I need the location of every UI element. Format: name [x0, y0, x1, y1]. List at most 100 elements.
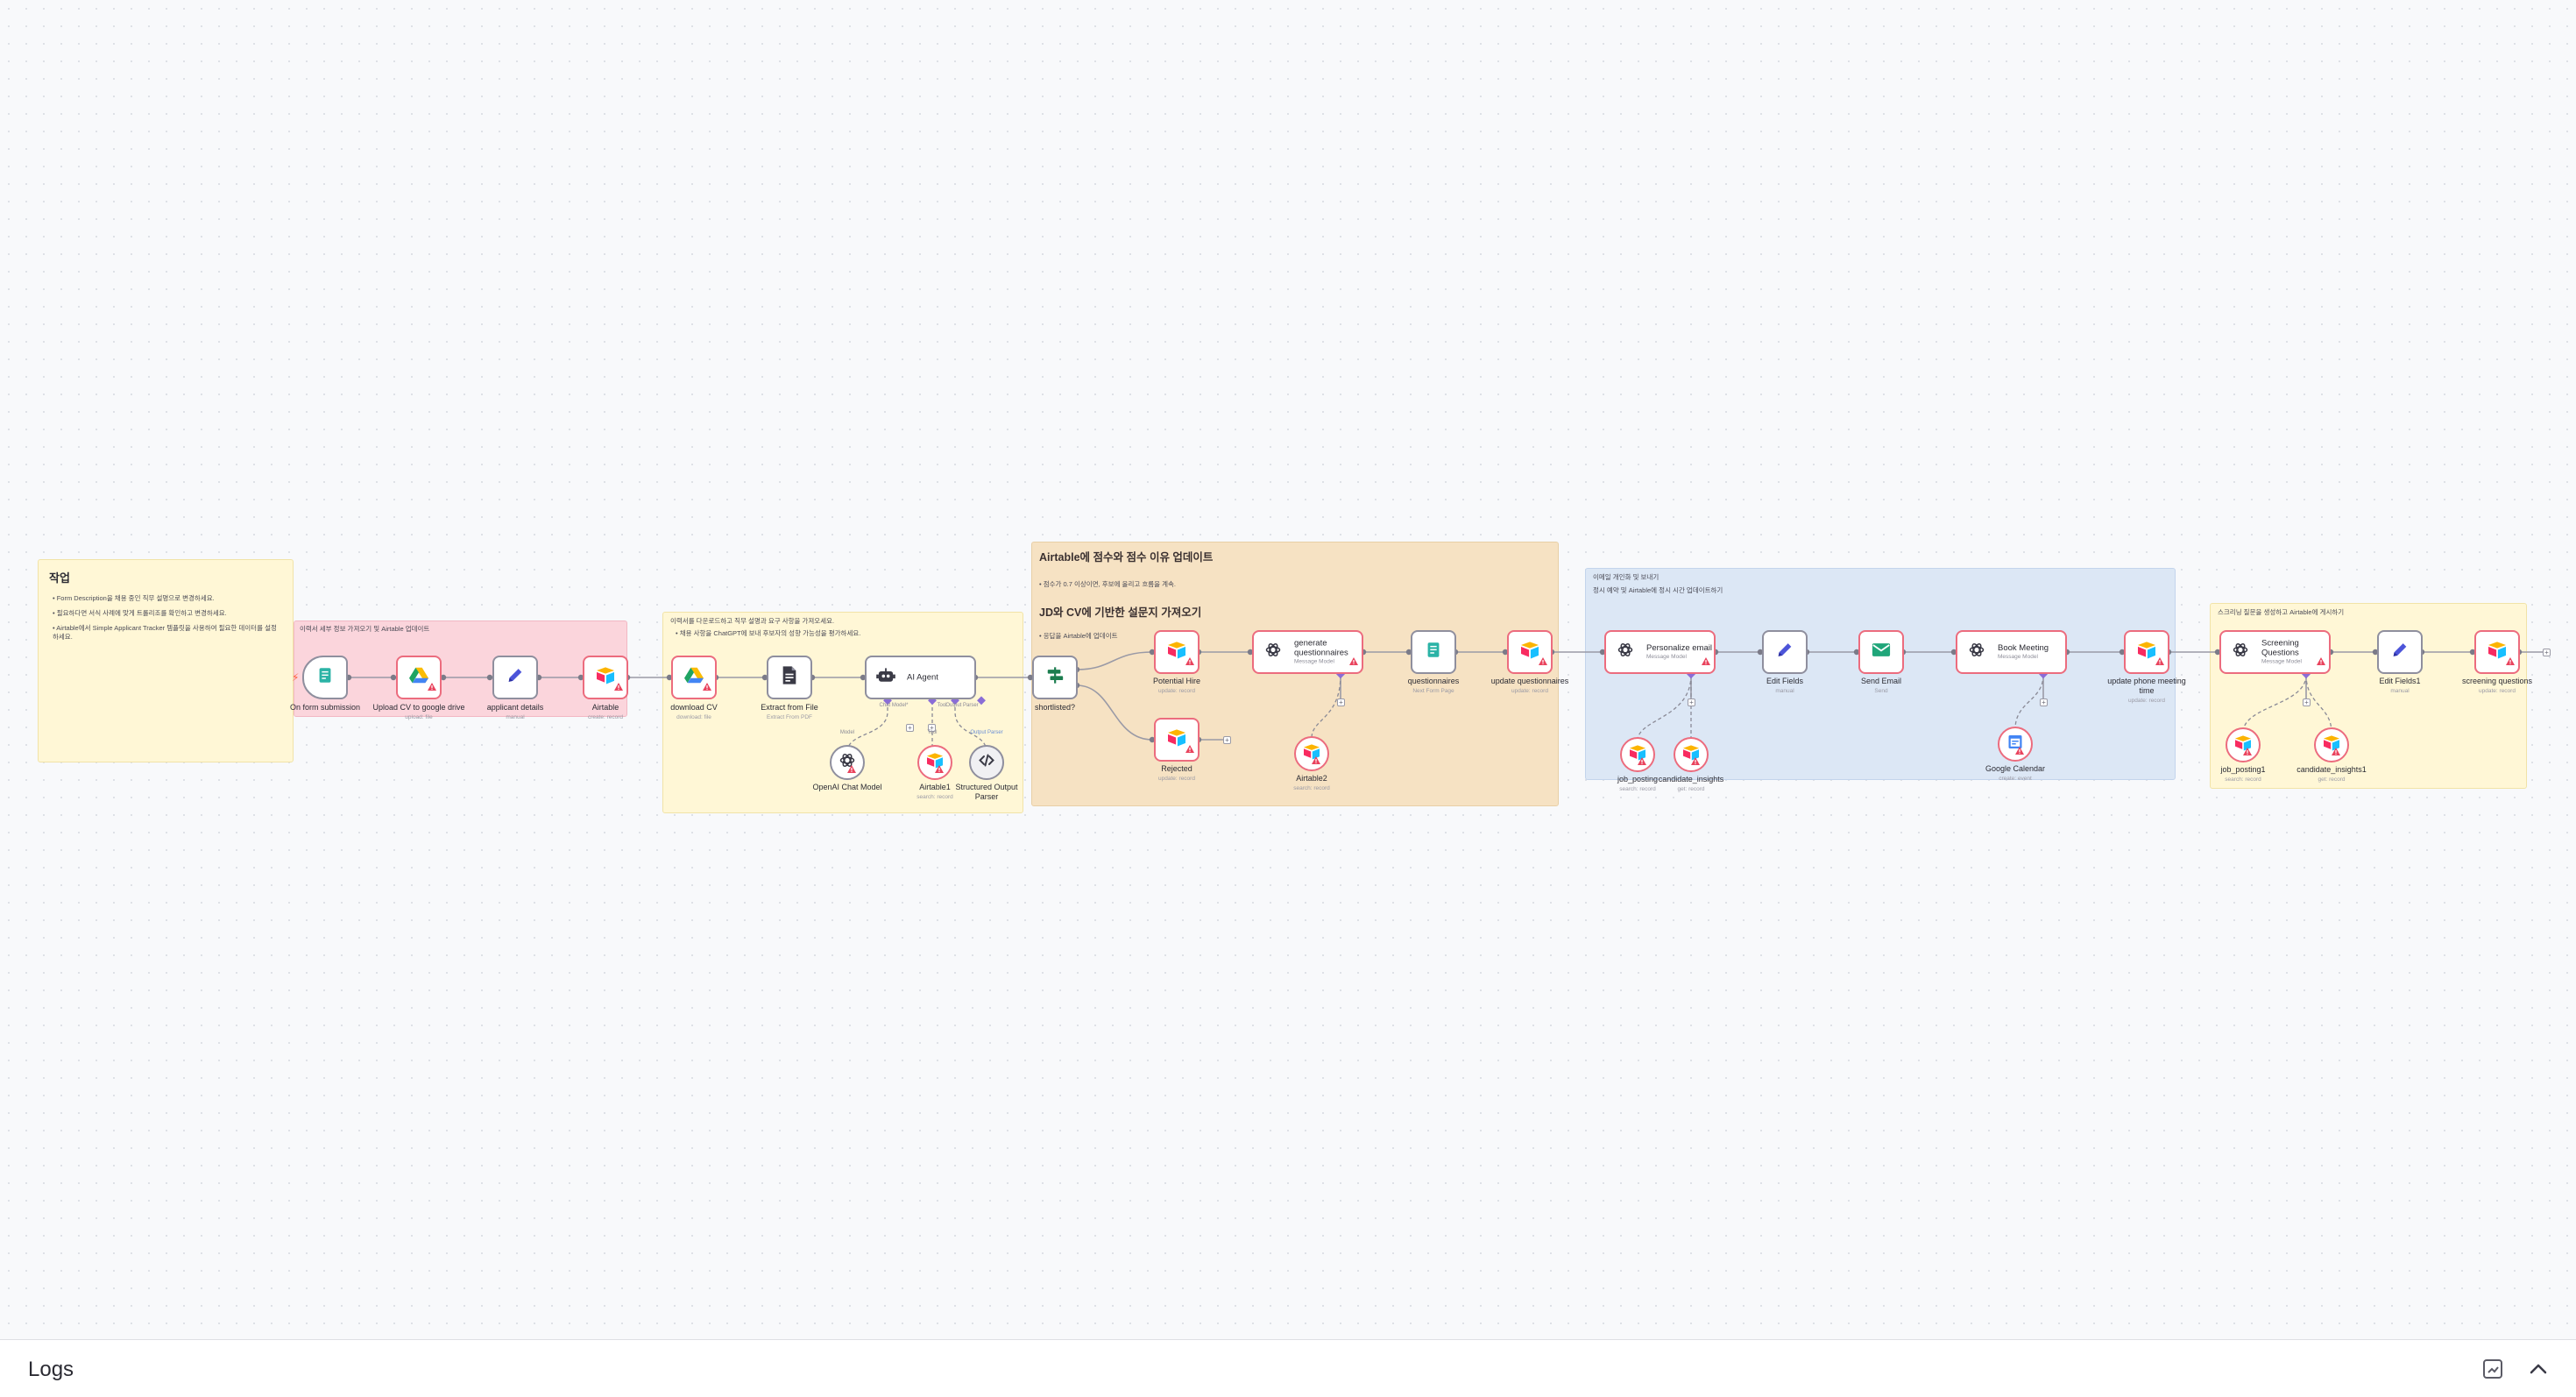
chevron-up-icon[interactable]	[2527, 1358, 2551, 1382]
node-shortlisted[interactable]	[1032, 656, 1078, 699]
warning-icon	[1638, 754, 1646, 769]
node-screening-questions[interactable]: Screening Questions Message Model	[2219, 630, 2331, 674]
node-title: Airtable1	[919, 783, 951, 791]
node-label: Airtable1 search: record	[916, 783, 953, 802]
node-candidate-insights1[interactable]	[2314, 727, 2349, 762]
node-airtable2[interactable]	[1294, 736, 1329, 771]
node-title: update phone meeting time	[2107, 677, 2186, 695]
node-label: Structured Output Parser	[955, 783, 1018, 801]
node-title: download CV	[670, 703, 718, 712]
google-drive-icon	[684, 667, 704, 689]
node-book-meeting[interactable]: Book Meeting Message Model	[1956, 630, 2067, 674]
node-label: On form submission	[289, 703, 361, 712]
node-update-phone-meeting-time[interactable]	[2124, 630, 2169, 674]
node-label: download CV download: file	[670, 703, 718, 722]
node-title: candidate_insights1	[2296, 765, 2367, 774]
add-node-button[interactable]: +	[1223, 736, 1231, 744]
node-label: Airtable create: record	[588, 703, 623, 722]
email-icon	[1872, 642, 1891, 663]
node-subtitle: Next Form Page	[1412, 688, 1454, 694]
node-rejected[interactable]	[1154, 718, 1200, 762]
node-subtitle: update: record	[2479, 688, 2516, 694]
node-label: shortlisted?	[1034, 703, 1076, 712]
add-tool-button[interactable]: +	[906, 724, 914, 732]
logs-title[interactable]: Logs	[28, 1358, 74, 1382]
node-send-email[interactable]	[1858, 630, 1904, 674]
node-structured-output-parser[interactable]	[969, 745, 1004, 780]
node-generate-questionnaires[interactable]: generate questionnaires Message Model	[1252, 630, 1363, 674]
node-candidate-insights[interactable]	[1674, 737, 1709, 772]
airtable-icon	[596, 667, 615, 689]
node-title-text: Book Meeting	[1998, 643, 2049, 653]
node-screening-questions-update[interactable]	[2474, 630, 2520, 674]
node-subtitle: search: record	[1619, 786, 1656, 792]
node-upload-cv[interactable]	[396, 656, 442, 699]
node-openai-chat-model[interactable]	[830, 745, 865, 780]
node-title: Edit Fields1	[2379, 677, 2421, 685]
workflow-canvas[interactable]: 작업 Form Description을 채용 중인 직무 설명으로 변경하세요…	[0, 0, 2576, 1339]
node-job-posting1[interactable]	[2226, 727, 2261, 762]
add-node-button[interactable]: +	[2543, 649, 2551, 656]
node-title-text: Personalize email	[1646, 643, 1712, 653]
warning-icon	[428, 679, 436, 695]
add-tool-button[interactable]: +	[1337, 698, 1345, 706]
node-label: OpenAI Chat Model	[812, 783, 882, 791]
node-job-posting[interactable]	[1620, 737, 1655, 772]
node-google-calendar[interactable]	[1998, 727, 2033, 762]
node-title: Extract from File	[761, 703, 818, 712]
node-title: update questionnaires	[1490, 677, 1569, 685]
node-applicant-details[interactable]	[492, 656, 538, 699]
node-extract-from-file[interactable]	[767, 656, 812, 699]
node-personalize-email[interactable]: Personalize email Message Model	[1604, 630, 1716, 674]
node-edit-fields1[interactable]	[2377, 630, 2423, 674]
node-title: job_posting	[1617, 775, 1659, 784]
node-label: Send Email Send	[1861, 677, 1901, 696]
node-subtitle: get: record	[1677, 786, 1705, 792]
node-title: Upload CV to google drive	[372, 703, 465, 712]
node-ai-agent[interactable]: AI Agent	[865, 656, 976, 699]
node-questionnaires[interactable]	[1411, 630, 1456, 674]
node-airtable1[interactable]	[917, 745, 952, 780]
node-subtitle: manual	[1775, 688, 1794, 694]
node-title: job_posting1	[2220, 765, 2266, 774]
warning-icon	[847, 762, 856, 777]
logs-panel: Logs	[0, 1339, 2576, 1397]
node-subtitle: create: event	[1999, 776, 2032, 782]
node-subtitle: update: record	[1158, 776, 1195, 782]
form-icon	[315, 666, 335, 690]
node-title: generate questionnaires Message Model	[1294, 638, 1348, 666]
node-subtitle: manual	[2390, 688, 2410, 694]
node-subtitle: create: record	[587, 714, 624, 720]
airtable-icon	[1167, 642, 1186, 663]
node-airtable[interactable]	[583, 656, 628, 699]
airtable-icon	[2488, 642, 2507, 663]
pencil-icon	[2390, 641, 2410, 664]
add-tool-button[interactable]: +	[2303, 698, 2311, 706]
node-label: Airtable2 search: record	[1293, 774, 1330, 793]
node-title: Airtable2	[1296, 774, 1327, 783]
node-title: screening questions	[2461, 677, 2533, 685]
openai-icon	[1617, 642, 1634, 663]
node-title: Rejected	[1161, 764, 1192, 773]
node-title-text: generate questionnaires	[1294, 638, 1348, 658]
node-label: questionnaires Next Form Page	[1408, 677, 1460, 696]
node-label: screening questions update: record	[2462, 677, 2532, 696]
warning-icon	[2506, 654, 2515, 670]
node-title: applicant details	[486, 703, 544, 712]
add-tool-button[interactable]: +	[1688, 698, 1695, 706]
warning-icon	[2317, 654, 2325, 670]
node-title: Screening Questions Message Model	[2261, 639, 2310, 666]
trigger-bolt-icon: ⚡	[292, 671, 300, 684]
node-on-form-submission[interactable]: ⚡	[292, 656, 348, 699]
node-download-cv[interactable]	[671, 656, 717, 699]
node-subtitle: manual	[506, 714, 525, 720]
node-label: update questionnaires update: record	[1491, 677, 1569, 696]
port-label: Output Parser	[945, 703, 979, 708]
add-tool-button[interactable]: +	[2040, 698, 2048, 706]
node-update-questionnaires[interactable]	[1507, 630, 1553, 674]
node-title: Edit Fields	[1766, 677, 1804, 685]
popout-icon[interactable]	[2481, 1358, 2506, 1382]
node-subtitle: search: record	[1293, 785, 1330, 791]
node-edit-fields[interactable]	[1762, 630, 1808, 674]
node-potential-hire[interactable]	[1154, 630, 1200, 674]
